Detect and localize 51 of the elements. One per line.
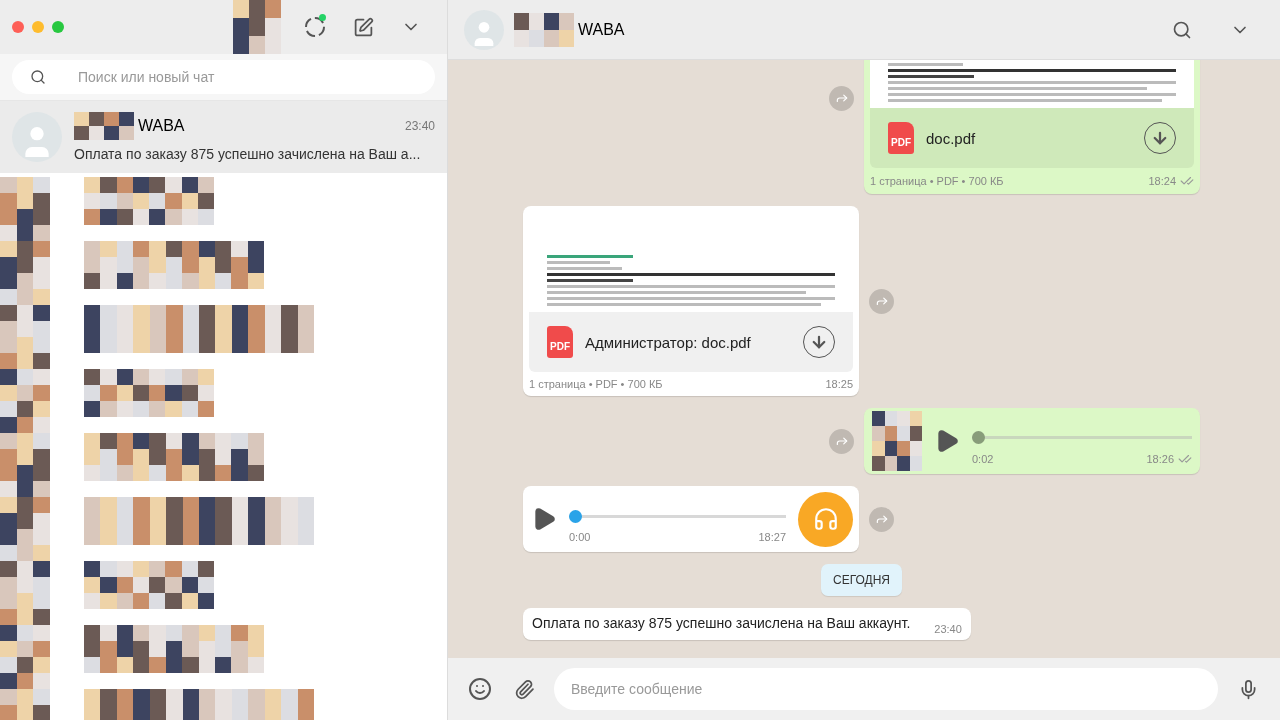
audio-thumb[interactable] <box>569 509 582 523</box>
avatar-icon <box>464 9 504 50</box>
forward-icon <box>834 434 849 448</box>
pdf-icon: PDF <box>888 122 914 154</box>
download-icon <box>1151 129 1169 147</box>
audio-thumb[interactable] <box>972 430 985 444</box>
message-input[interactable]: Введите сообщение <box>554 668 1218 710</box>
search-icon <box>1172 19 1192 40</box>
date-label: СЕГОДНЯ <box>821 564 902 596</box>
file-meta: 1 страница • PDF • 700 КБ <box>529 378 663 390</box>
file-row[interactable]: PDF Администратор: doc.pdf <box>529 312 853 372</box>
close-button[interactable] <box>12 21 24 33</box>
pixelated-name <box>514 12 574 47</box>
search-icon <box>30 69 46 85</box>
file-name: doc.pdf <box>926 129 977 147</box>
forward-button[interactable] <box>829 428 854 454</box>
chat-preview: Оплата по заказу 875 успешно зачислена на Ваш а... <box>74 146 422 162</box>
message-time: 23:40 <box>934 623 962 635</box>
contact-name: WABA <box>578 20 625 39</box>
pixelated-name <box>74 112 134 140</box>
chat-item[interactable]: WABA 23:40 Оплата по заказу 875 успешно зачислена на Ваш а... <box>0 101 447 173</box>
forward-button[interactable] <box>829 85 854 111</box>
forward-icon <box>874 294 889 308</box>
message-time: 18:24 <box>1148 175 1176 187</box>
chat-name: WABA <box>138 117 185 135</box>
headphones-icon <box>798 491 853 547</box>
forward-icon <box>834 91 849 105</box>
compose-icon <box>352 16 374 38</box>
search-field[interactable]: Поиск или новый чат <box>12 60 435 94</box>
zoom-button[interactable] <box>52 21 64 33</box>
forward-button[interactable] <box>869 288 894 314</box>
message-time: 18:26 <box>1146 452 1174 465</box>
message-time: 18:27 <box>758 530 786 543</box>
forward-icon <box>874 512 889 526</box>
file-row[interactable]: PDF doc.pdf <box>870 108 1194 168</box>
forward-button[interactable] <box>869 506 894 532</box>
download-icon <box>810 333 828 351</box>
minimize-button[interactable] <box>32 21 44 33</box>
pixelated-avatar <box>872 411 922 471</box>
chat-time: 23:40 <box>404 119 435 133</box>
audio-duration: 0:00 <box>569 530 591 543</box>
audio-duration: 0:02 <box>972 452 994 465</box>
paperclip-icon <box>513 678 535 700</box>
file-name: Администратор: doc.pdf <box>585 333 752 351</box>
message-text: Оплата по заказу 875 успешно зачислена на Ваш аккаунт. <box>532 615 911 633</box>
pdf-icon: PDF <box>547 326 573 358</box>
message-time: 18:25 <box>825 378 853 390</box>
file-meta: 1 страница • PDF • 700 КБ <box>870 175 1004 187</box>
avatar-icon <box>12 112 62 162</box>
emoji-icon <box>468 677 492 701</box>
status-icon <box>304 16 326 38</box>
